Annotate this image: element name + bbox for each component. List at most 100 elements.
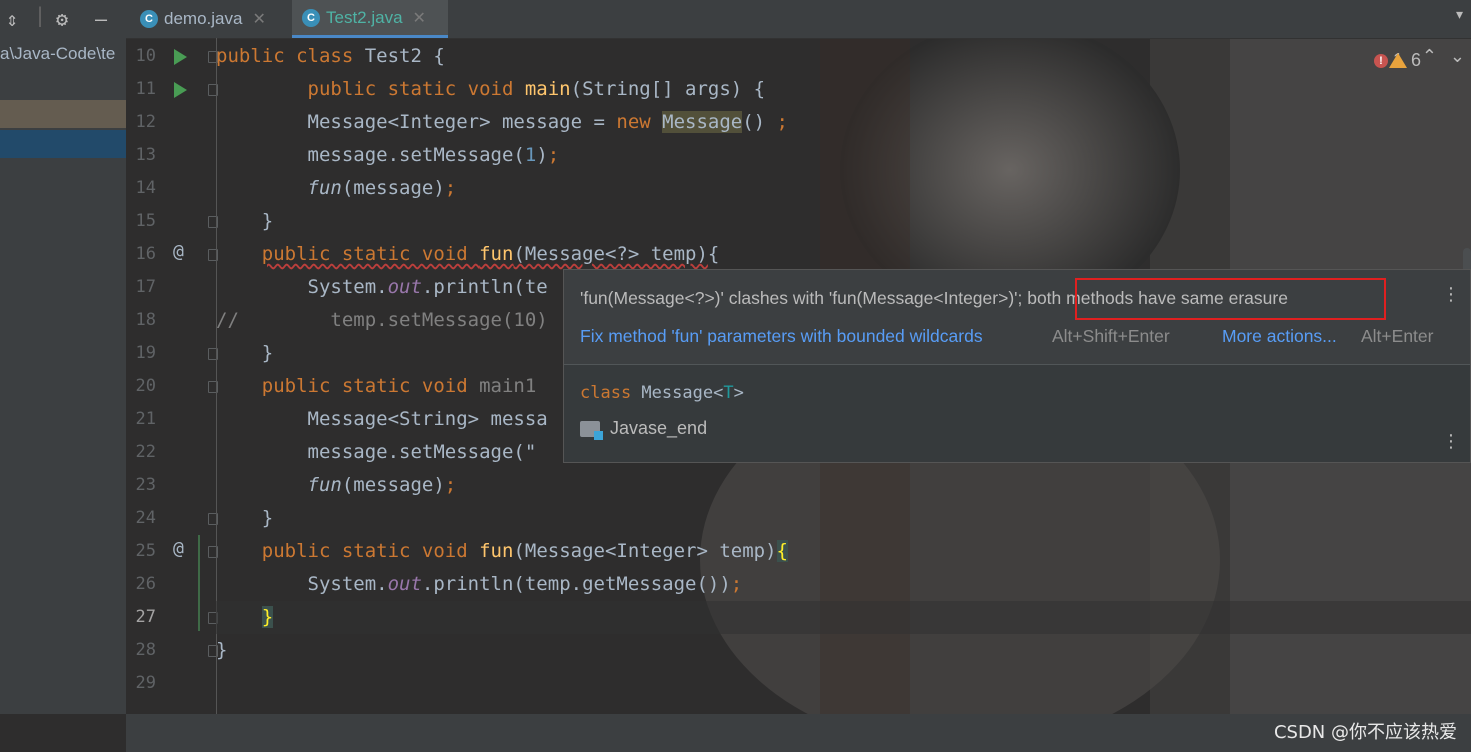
line-number: 13	[135, 145, 156, 165]
code-token: }	[216, 507, 274, 529]
line-number: 21	[135, 409, 156, 429]
line-number: 14	[135, 178, 156, 198]
tab-demo-java[interactable]: C demo.java ✕	[140, 0, 290, 38]
quick-fix-shortcut: Alt+Shift+Enter	[1052, 326, 1170, 346]
quick-fix-link[interactable]: Fix method 'fun' parameters with bounded…	[580, 326, 983, 347]
code-line[interactable]: Message<Integer> message = new Message()…	[216, 106, 1471, 139]
code-token: new	[616, 111, 663, 133]
line-number: 23	[135, 475, 156, 495]
code-line[interactable]: fun(message);	[216, 172, 1471, 205]
error-message-main: 'fun(Message<?>)' clashes with 'fun(Mess…	[580, 288, 1028, 308]
previous-highlight-chevron-up-icon[interactable]: ⌃	[1422, 46, 1437, 67]
doc-class-signature[interactable]: class Message<T>	[580, 383, 744, 403]
code-line[interactable]: System.out.println(temp.getMessage());	[216, 568, 1471, 601]
line-number: 25	[135, 541, 156, 561]
line-number: 19	[135, 343, 156, 363]
code-line[interactable]: }	[216, 634, 1471, 667]
code-token: public static void	[261, 540, 480, 562]
doc-type-param: T	[723, 383, 734, 403]
code-token: public	[216, 45, 297, 67]
warning-icon	[1388, 53, 1407, 68]
java-class-icon: C	[302, 8, 320, 27]
close-icon[interactable]: ✕	[413, 8, 426, 28]
more-actions-link[interactable]: More actions...	[1222, 326, 1337, 347]
code-token: 1	[524, 144, 537, 166]
line-number: 27	[135, 607, 156, 627]
tab-test2-java[interactable]: C Test2.java ✕	[292, 0, 448, 38]
code-token: ;	[444, 177, 457, 199]
code-token: fun	[307, 177, 342, 199]
tab-list-chevron-icon[interactable]: ▾	[1456, 6, 1463, 23]
doc-more-options-kebab-icon[interactable]: ⋮	[1442, 431, 1460, 452]
line-number: 22	[135, 442, 156, 462]
line-number: 11	[135, 79, 156, 99]
code-token: (message)	[341, 177, 445, 199]
project-tree-row-selected[interactable]	[0, 130, 126, 158]
code-line[interactable]: public static void fun(Message<?> temp){	[216, 238, 1471, 271]
java-class-icon: C	[140, 10, 158, 28]
doc-keyword: class	[580, 383, 642, 403]
run-icon[interactable]	[174, 82, 187, 98]
code-token: (Message<Integer> temp)	[513, 540, 777, 562]
code-token: ;	[547, 144, 560, 166]
error-tooltip-popup: 'fun(Message<?>)' clashes with 'fun(Mess…	[563, 269, 1471, 463]
minimize-icon[interactable]: —	[95, 7, 107, 31]
warning-count-indicator[interactable]: 6	[1388, 50, 1421, 71]
code-line[interactable]: }	[216, 601, 1471, 634]
code-token: public static void	[261, 243, 480, 265]
code-token: Message	[662, 111, 743, 133]
line-number: 10	[135, 46, 156, 66]
next-highlight-chevron-down-icon[interactable]: ⌄	[1450, 46, 1465, 67]
editor-gutter: 10 11 12 13 14 15 16 17 18 19 20 21 22 23 24 25 26 27 28 29…	[126, 38, 218, 714]
code-token: System.	[216, 573, 388, 595]
code-line[interactable]: public static void fun(Message<Integer> …	[216, 535, 1471, 568]
quick-documentation: class Message<T> Javase_end ⋮	[564, 365, 1470, 462]
more-actions-shortcut: Alt+Enter	[1361, 326, 1434, 346]
code-token: public static void	[261, 375, 480, 397]
code-token: fun	[479, 243, 514, 265]
vcs-change-marker[interactable]	[198, 535, 200, 631]
code-token: main	[524, 78, 571, 100]
code-line[interactable]	[216, 667, 1471, 700]
code-line[interactable]: public class Test2 {	[216, 40, 1471, 73]
doc-class-name: Message<	[641, 383, 724, 403]
overloaded-method-icon[interactable]: @	[173, 241, 184, 262]
toolbar-divider: |	[34, 3, 47, 27]
code-token: Message<Integer> message =	[216, 111, 617, 133]
code-token: )	[536, 144, 548, 166]
line-number: 12	[135, 112, 156, 132]
project-panel: ⇕ | ⚙ — a\Java-Code\te	[0, 0, 126, 714]
more-options-kebab-icon[interactable]: ⋮	[1442, 284, 1460, 305]
project-tree-row-highlight[interactable]	[0, 100, 126, 128]
code-token: System.	[216, 276, 388, 298]
doc-module[interactable]: Javase_end	[580, 418, 707, 440]
code-token: fun	[307, 474, 342, 496]
code-line[interactable]: fun(message);	[216, 469, 1471, 502]
gear-icon[interactable]: ⚙	[56, 7, 68, 31]
code-line[interactable]: message.setMessage(1);	[216, 139, 1471, 172]
close-icon[interactable]: ✕	[252, 9, 265, 29]
code-line[interactable]: public static void main(String[] args) {	[216, 73, 1471, 106]
run-icon[interactable]	[174, 49, 187, 65]
code-token: ;	[776, 111, 788, 133]
code-token: ;	[730, 573, 743, 595]
code-token: .println(temp.getMessage())	[421, 573, 731, 595]
code-token: }	[216, 639, 228, 661]
code-token: ()	[742, 111, 777, 133]
code-line[interactable]: }	[216, 205, 1471, 238]
code-line[interactable]: }	[216, 502, 1471, 535]
code-token: (String[] args) {	[570, 78, 766, 100]
collapse-all-icon[interactable]: ⇕	[6, 7, 18, 31]
code-token: public static void	[307, 78, 525, 100]
project-tree-path[interactable]: a\Java-Code\te	[0, 44, 126, 66]
warning-count: 6	[1410, 50, 1421, 70]
overloaded-method-icon[interactable]: @	[173, 538, 184, 559]
horizontal-scroll-area[interactable]	[126, 714, 1471, 752]
code-token: message.setMessage(	[216, 144, 525, 166]
